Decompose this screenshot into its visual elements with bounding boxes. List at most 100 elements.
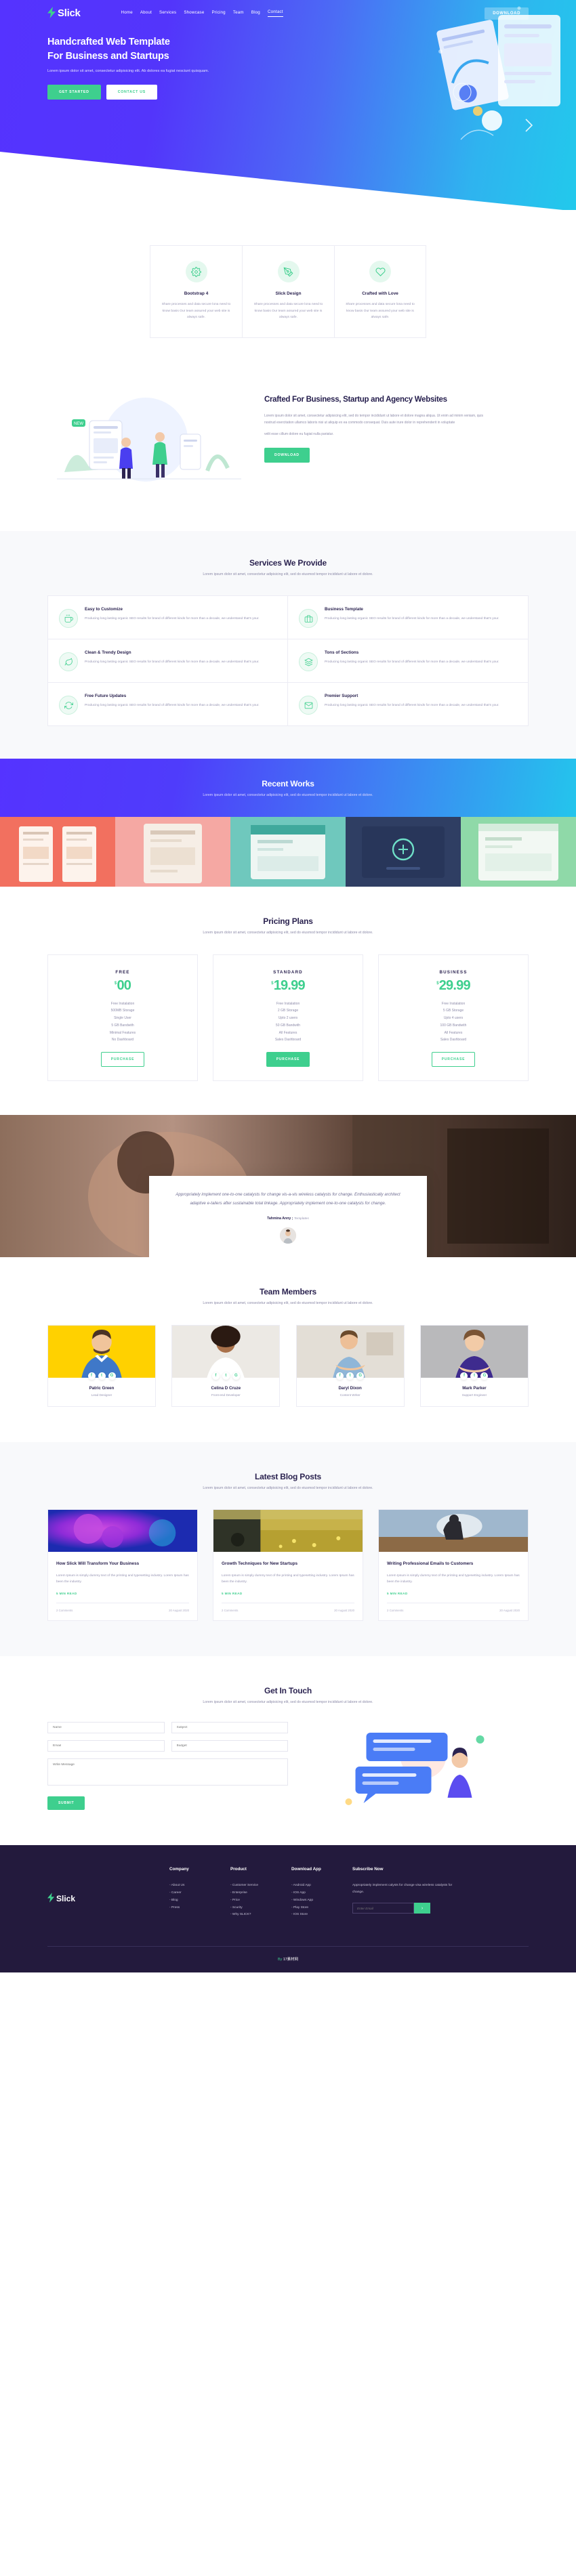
service-item[interactable]: Clean & Trendy Design Producing long las… bbox=[48, 639, 288, 683]
nav-item-pricing[interactable]: Pricing bbox=[212, 10, 226, 17]
blog-read-time[interactable]: 5 MIN READ bbox=[387, 1592, 520, 1595]
blog-body: How Slick Will Transform Your Business L… bbox=[48, 1552, 197, 1620]
plan-price: $00 bbox=[55, 978, 190, 994]
footer-column-heading: Download App bbox=[291, 1867, 321, 1872]
work-thumb-3[interactable] bbox=[230, 816, 346, 887]
feature-card[interactable]: Slick Design Share processes and data se… bbox=[242, 245, 334, 338]
twitter-icon[interactable]: t bbox=[222, 1372, 230, 1380]
blog-meta: 2 Comments 20 August 2020 bbox=[222, 1602, 354, 1612]
nav-item-blog[interactable]: Blog bbox=[251, 10, 260, 17]
plan-price: $19.99 bbox=[220, 978, 356, 994]
budget-input[interactable] bbox=[171, 1740, 288, 1752]
footer-link[interactable]: - Why SLICK? bbox=[230, 1912, 291, 1919]
purchase-button[interactable]: PURCHASE bbox=[100, 1052, 145, 1068]
pricing-card-free[interactable]: FREE $00 Free Instalation 500MB Storage … bbox=[47, 954, 198, 1082]
nav-item-home[interactable]: Home bbox=[121, 10, 133, 17]
footer-link[interactable]: - Windows App bbox=[291, 1897, 352, 1905]
pricing-card-business[interactable]: BUSINESS $29.99 Free Instalation 5 GB St… bbox=[378, 954, 529, 1082]
twitter-icon[interactable]: t bbox=[470, 1372, 478, 1380]
footer-links: - Customer Service - Enterprise - Price … bbox=[230, 1882, 291, 1919]
facebook-icon[interactable]: f bbox=[336, 1372, 344, 1380]
facebook-icon[interactable]: f bbox=[87, 1372, 96, 1380]
team-card[interactable]: f t G Daryl Dixon Content Writer bbox=[295, 1324, 405, 1407]
pricing-section: Pricing Plans Lorem ipsum dolor sit amet… bbox=[0, 886, 576, 1116]
feature-card[interactable]: Bootstrap 4 Share processes and data sec… bbox=[150, 245, 242, 338]
facebook-icon[interactable]: f bbox=[460, 1372, 468, 1380]
footer-link[interactable]: - Enterprise bbox=[230, 1890, 291, 1897]
team-card[interactable]: f t G Patric Green Lead Designer bbox=[47, 1324, 156, 1407]
purchase-button[interactable]: PURCHASE bbox=[266, 1052, 310, 1068]
message-textarea[interactable] bbox=[47, 1758, 288, 1786]
purchase-button[interactable]: PURCHASE bbox=[431, 1052, 476, 1068]
team-card[interactable]: f t G Mark Parker Support Engineer bbox=[419, 1324, 529, 1407]
subscribe-email-input[interactable] bbox=[352, 1903, 414, 1914]
blog-card[interactable]: How Slick Will Transform Your Business L… bbox=[47, 1509, 198, 1621]
team-member-role: Lead Designer bbox=[91, 1393, 112, 1397]
footer-link[interactable]: - Android App bbox=[291, 1882, 352, 1890]
work-thumb-2[interactable] bbox=[115, 816, 230, 887]
submit-button[interactable]: SUBMIT bbox=[47, 1796, 85, 1811]
get-started-button[interactable]: GET STARTED bbox=[47, 84, 101, 100]
plan-name: BUSINESS bbox=[439, 969, 468, 975]
service-item[interactable]: Premier Support Producing long lasting o… bbox=[288, 683, 528, 725]
chevron-right-icon[interactable]: › bbox=[414, 1903, 430, 1914]
footer-link[interactable]: - Career bbox=[169, 1890, 230, 1897]
feature-card[interactable]: Crafted with Love Share processes and da… bbox=[334, 245, 426, 338]
twitter-icon[interactable]: t bbox=[98, 1372, 106, 1380]
google-icon[interactable]: G bbox=[232, 1372, 240, 1380]
work-thumb-4[interactable] bbox=[346, 816, 461, 887]
nav-item-contact[interactable]: Contact bbox=[267, 9, 283, 17]
footer-link[interactable]: - Price bbox=[230, 1897, 291, 1905]
pricing-card-standard[interactable]: STANDARD $19.99 Free Instalation 2 GB St… bbox=[213, 954, 363, 1082]
blog-read-time[interactable]: 5 MIN READ bbox=[56, 1592, 189, 1595]
nav-item-showcase[interactable]: Showcase bbox=[184, 10, 204, 17]
work-thumb-5[interactable] bbox=[461, 816, 576, 887]
footer-link[interactable]: - Play Store bbox=[291, 1905, 352, 1912]
footer-link[interactable]: - About Us bbox=[169, 1882, 230, 1890]
google-icon[interactable]: G bbox=[356, 1372, 365, 1380]
footer-link[interactable]: - Customer Service bbox=[230, 1882, 291, 1890]
blog-read-time[interactable]: 5 MIN READ bbox=[222, 1592, 354, 1595]
facebook-icon[interactable]: f bbox=[211, 1372, 220, 1380]
subject-input[interactable] bbox=[171, 1722, 288, 1734]
work-thumb-1[interactable] bbox=[0, 816, 115, 887]
service-item[interactable]: Free Future Updates Producing long lasti… bbox=[48, 683, 288, 726]
testimonial-section: Appropriately implement one-to-one catal… bbox=[0, 1115, 576, 1258]
footer-link[interactable]: - Blog bbox=[169, 1897, 230, 1905]
email-input[interactable] bbox=[47, 1740, 165, 1752]
nav-item-services[interactable]: Services bbox=[159, 10, 176, 17]
crafted-download-button[interactable]: DOWNLOAD bbox=[264, 448, 310, 463]
contact-section: Get In Touch Lorem ipsum dolor sit amet,… bbox=[0, 1655, 576, 1846]
heart-icon bbox=[369, 261, 391, 282]
logo[interactable]: Slick bbox=[47, 6, 81, 20]
nav-item-team[interactable]: Team bbox=[233, 10, 244, 17]
download-button[interactable]: DOWNLOAD bbox=[485, 7, 529, 20]
google-icon[interactable]: G bbox=[480, 1372, 489, 1380]
footer-link[interactable]: - Scurity bbox=[230, 1905, 291, 1912]
works-strip bbox=[0, 816, 576, 887]
service-item[interactable]: Business Template Producing long lasting… bbox=[288, 596, 528, 640]
currency-symbol: $ bbox=[271, 981, 273, 986]
contact-title: Get In Touch bbox=[264, 1685, 312, 1695]
footer-logo[interactable]: Slick bbox=[47, 1867, 169, 1905]
service-item[interactable]: Easy to Customize Producing long lasting… bbox=[48, 596, 288, 640]
footer-row: Slick Company - About Us - Career - Blog… bbox=[47, 1867, 529, 1919]
footer-link[interactable]: - IOS Store bbox=[291, 1912, 352, 1919]
footer-column-heading: Product bbox=[230, 1867, 247, 1872]
contact-subtitle: Lorem ipsum dolor sit amet, consectetur … bbox=[203, 1699, 373, 1704]
service-item[interactable]: Tons of Sections Producing long lasting … bbox=[288, 639, 528, 683]
twitter-icon[interactable]: t bbox=[346, 1372, 354, 1380]
plan-feature: 500MB Storage bbox=[110, 1009, 135, 1013]
name-input[interactable] bbox=[47, 1722, 165, 1734]
blog-card[interactable]: Writing Professional Emails to Customers… bbox=[378, 1509, 529, 1621]
team-photo-4 bbox=[420, 1325, 528, 1378]
footer-link[interactable]: - IOS App bbox=[291, 1890, 352, 1897]
team-social-row: f t G bbox=[297, 1372, 404, 1380]
nav-item-about[interactable]: About bbox=[140, 10, 152, 17]
blog-card[interactable]: Growth Techniques for New Startups Lorem… bbox=[213, 1509, 363, 1621]
team-card[interactable]: f t G Celina D Cruze Front-end Developer bbox=[171, 1324, 281, 1407]
footer-link[interactable]: - Press bbox=[169, 1905, 230, 1912]
crafted-section: NEW Crafted For Business, Startup and Ag… bbox=[0, 365, 576, 531]
google-icon[interactable]: G bbox=[108, 1372, 116, 1380]
contact-us-button[interactable]: CONTACT US bbox=[106, 84, 158, 100]
